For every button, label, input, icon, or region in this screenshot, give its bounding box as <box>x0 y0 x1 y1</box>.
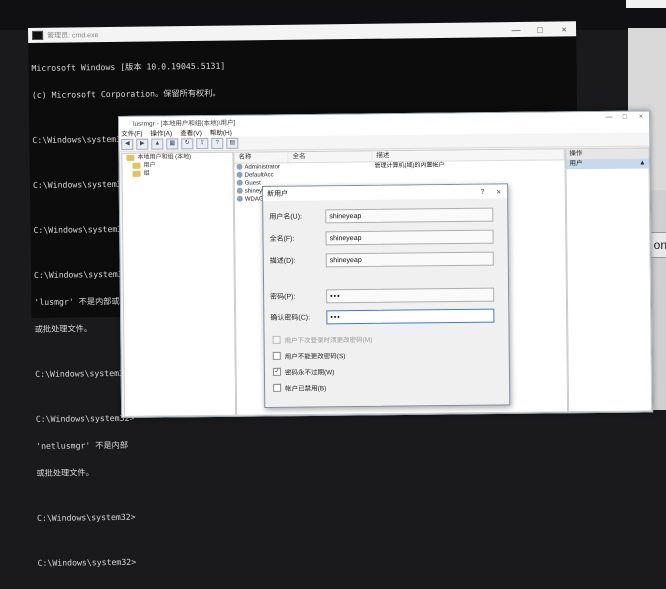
tree-item-groups[interactable]: 组 <box>123 169 233 178</box>
column-description[interactable]: 描述 <box>372 149 565 162</box>
console-line: 'netlusmgr' 不是内部 <box>36 439 129 451</box>
password-row: 密码(P): ••• <box>270 286 502 304</box>
user-name: Administrator <box>244 164 280 171</box>
checkbox-icon <box>272 351 281 360</box>
minimize-button[interactable]: — <box>504 24 528 34</box>
password-never-expires-checkbox[interactable]: ✓ 密码永不过期(W) <box>272 366 335 377</box>
help-button[interactable]: ? <box>480 188 484 195</box>
confirm-password-field[interactable]: ••• <box>326 308 495 325</box>
checkbox-label: 用户不能更改密码(S) <box>284 353 346 361</box>
user-icon <box>236 164 243 171</box>
user-name: WDAG <box>244 196 264 203</box>
column-name[interactable]: 名称 <box>234 152 289 163</box>
menu-file[interactable]: 文件(F) <box>121 128 142 138</box>
help-icon[interactable]: ? <box>211 137 224 150</box>
description-row: 描述(D): shineyeap <box>270 250 502 268</box>
refresh-icon[interactable]: ↻ <box>181 138 194 150</box>
user-icon <box>236 180 243 187</box>
dialog-title: 新用户 <box>267 190 289 198</box>
close-button[interactable]: × <box>552 24 576 34</box>
confirm-password-row: 确认密码(C): ••• <box>270 307 502 325</box>
screen-glare <box>626 0 666 8</box>
tree-root-label: 本地用户和组 (本地) <box>137 154 192 161</box>
computer-icon <box>126 154 135 161</box>
menu-view[interactable]: 查看(V) <box>180 127 202 137</box>
password-field[interactable]: ••• <box>326 287 495 304</box>
console-line: (c) Microsoft Corporation。保留所有权利。 <box>31 87 221 100</box>
maximize-button[interactable]: □ <box>528 24 552 34</box>
console-line: 或批处理文件。 <box>36 467 94 478</box>
column-fullname[interactable]: 全名 <box>288 151 373 163</box>
properties-icon[interactable]: ▤ <box>226 137 239 149</box>
collapse-icon[interactable]: ▲ <box>639 158 646 168</box>
dialog-titlebar: 新用户 ? × <box>263 184 508 201</box>
back-icon[interactable]: ◀ <box>121 138 134 150</box>
user-name: Guest <box>244 180 261 187</box>
fullname-row: 全名(F): shineyeap <box>269 228 501 246</box>
user-icon <box>236 196 243 203</box>
account-disabled-checkbox[interactable]: 帐户已禁用(B) <box>273 382 326 393</box>
checkbox-icon <box>273 383 282 392</box>
console-line: Microsoft Windows [版本 10.0.19045.5131] <box>31 60 226 73</box>
description-label: 描述(D): <box>269 257 296 265</box>
console-line: C:\Windows\system32> <box>36 511 136 523</box>
must-change-password-checkbox[interactable]: 用户下次登录时须更改密码(M) <box>272 334 373 345</box>
checkbox-label: 用户下次登录时须更改密码(M) <box>284 336 373 345</box>
close-button[interactable]: × <box>496 187 501 196</box>
checkbox-icon <box>272 335 281 344</box>
actions-users-item[interactable]: 用户 ▲ <box>566 158 649 170</box>
close-button[interactable]: × <box>633 113 649 121</box>
new-user-dialog: 新用户 ? × 用户名(U): shineyeap 全名(F): shineye… <box>262 183 511 408</box>
menu-action[interactable]: 操作(A) <box>150 127 172 137</box>
folder-icon <box>132 170 141 177</box>
up-folder-icon[interactable]: ▲ <box>151 138 164 150</box>
minimize-button[interactable]: — <box>601 114 617 121</box>
menu-help[interactable]: 帮助(H) <box>210 127 232 137</box>
check-icon: ✓ <box>272 367 281 376</box>
user-icon <box>236 172 243 179</box>
export-icon[interactable]: ⇪ <box>196 138 209 150</box>
tree-item-label: 组 <box>143 170 150 177</box>
console-icon <box>32 30 44 40</box>
confirm-password-label: 确认密码(C): <box>270 314 311 322</box>
cmd-title: 管理员: cmd.exe <box>47 31 99 40</box>
actions-users-label: 用户 <box>569 160 583 168</box>
user-fullname <box>289 162 373 171</box>
checkbox-label: 密码永不过期(W) <box>284 369 335 377</box>
console-tree: 本地用户和组 (本地) 用户 组 <box>121 151 237 417</box>
fullname-field[interactable]: shineyeap <box>325 229 494 246</box>
user-name: DefaultAcc <box>244 172 274 179</box>
tree-item-label: 用户 <box>143 162 156 169</box>
username-field[interactable]: shineyeap <box>325 207 494 224</box>
show-tree-icon[interactable]: ▦ <box>166 138 179 150</box>
console-line: C:\Windows\system32> <box>37 556 137 568</box>
fullname-label: 全名(F): <box>269 235 295 243</box>
forward-icon[interactable]: ▶ <box>136 138 149 150</box>
description-field[interactable]: shineyeap <box>325 251 494 268</box>
user-icon <box>236 188 243 195</box>
folder-icon <box>132 162 141 169</box>
cannot-change-password-checkbox[interactable]: 用户不能更改密码(S) <box>272 350 346 361</box>
username-row: 用户名(U): shineyeap <box>269 206 501 224</box>
username-label: 用户名(U): <box>269 213 303 221</box>
checkbox-label: 帐户已禁用(B) <box>285 385 327 393</box>
window-title: lusrmgr - [本地用户和组(本地)\用户] <box>133 119 236 128</box>
password-label: 密码(P): <box>270 293 296 301</box>
actions-pane: 操作 用户 ▲ <box>565 147 653 413</box>
maximize-button[interactable]: □ <box>617 114 633 121</box>
